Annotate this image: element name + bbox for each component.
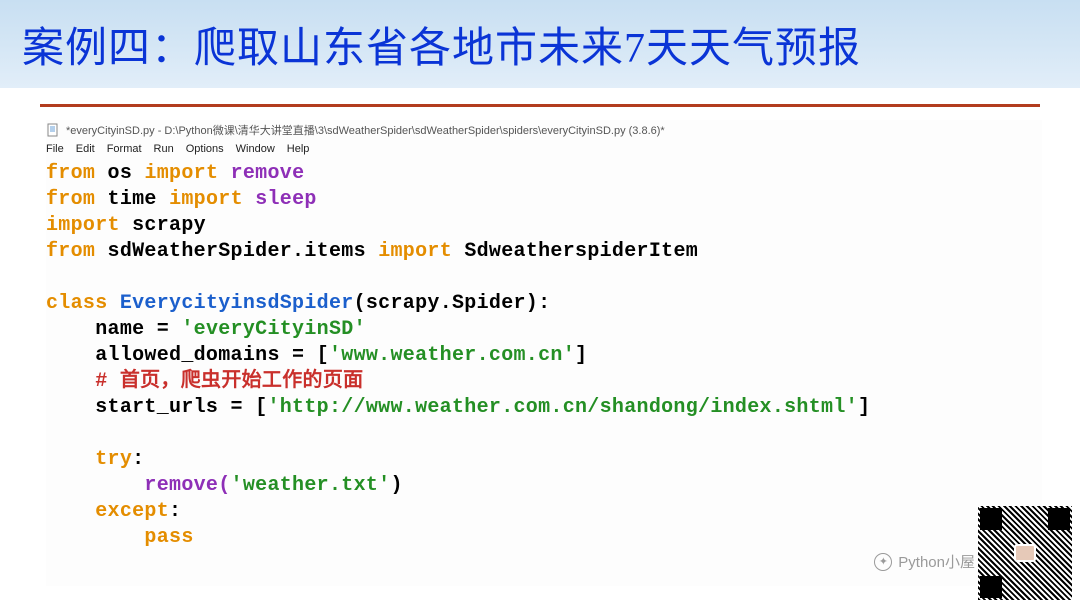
keyword-from: from	[46, 188, 95, 211]
comment: # 首页，爬虫开始工作的页面	[95, 370, 363, 393]
string-literal: 'http://www.weather.com.cn/shandong/inde…	[267, 396, 858, 419]
string-literal: 'everyCityinSD'	[181, 318, 366, 341]
keyword-pass: pass	[144, 526, 193, 549]
string-literal: 'www.weather.com.cn'	[329, 344, 575, 367]
menu-edit[interactable]: Edit	[76, 143, 95, 155]
keyword-import: import	[144, 162, 218, 185]
keyword-from: from	[46, 162, 95, 185]
class-name: EverycityinsdSpider	[120, 292, 354, 315]
module-name: time	[108, 188, 157, 211]
menu-help[interactable]: Help	[287, 143, 310, 155]
keyword-try: try	[95, 448, 132, 471]
colon: :	[169, 500, 181, 523]
window-title-text: *everyCityinSD.py - D:\Python微课\清华大讲堂直播\…	[66, 122, 665, 138]
editor-window: *everyCityinSD.py - D:\Python微课\清华大讲堂直播\…	[46, 120, 1042, 586]
assign: start_urls = [	[95, 396, 267, 419]
menu-bar[interactable]: File Edit Format Run Options Window Help	[46, 140, 1042, 159]
class-args: (scrapy.Spider):	[354, 292, 551, 315]
import-name: remove	[231, 162, 305, 185]
menu-options[interactable]: Options	[186, 143, 224, 155]
keyword-from: from	[46, 240, 95, 263]
separator-line	[40, 104, 1040, 107]
bracket-close: ]	[858, 396, 870, 419]
import-name: SdweatherspiderItem	[464, 240, 698, 263]
paren-close: )	[390, 474, 402, 497]
keyword-import: import	[46, 214, 120, 237]
module-name: sdWeatherSpider.items	[108, 240, 366, 263]
slide-title-bar: 案例四：爬取山东省各地市未来7天天气预报	[0, 0, 1080, 88]
assign: name =	[95, 318, 181, 341]
window-titlebar: *everyCityinSD.py - D:\Python微课\清华大讲堂直播\…	[46, 120, 1042, 140]
menu-format[interactable]: Format	[107, 143, 142, 155]
menu-run[interactable]: Run	[154, 143, 174, 155]
python-file-icon	[46, 123, 60, 137]
qr-center-logo	[1014, 544, 1036, 562]
colon: :	[132, 448, 144, 471]
watermark-text: Python小屋	[898, 551, 975, 572]
string-literal: 'weather.txt'	[231, 474, 391, 497]
import-name: sleep	[255, 188, 317, 211]
slide-title: 案例四：爬取山东省各地市未来7天天气预报	[22, 14, 861, 75]
keyword-import: import	[378, 240, 452, 263]
menu-window[interactable]: Window	[236, 143, 275, 155]
function-call: remove(	[144, 474, 230, 497]
code-editor[interactable]: from os import remove from time import s…	[46, 159, 1042, 551]
wechat-icon: ✦	[874, 553, 892, 571]
menu-file[interactable]: File	[46, 143, 64, 155]
qr-code	[978, 506, 1072, 600]
keyword-class: class	[46, 292, 108, 315]
watermark: ✦ Python小屋	[874, 551, 975, 572]
bracket-close: ]	[575, 344, 587, 367]
module-name: os	[108, 162, 133, 185]
assign: allowed_domains = [	[95, 344, 329, 367]
keyword-import: import	[169, 188, 243, 211]
keyword-except: except	[95, 500, 169, 523]
module-name: scrapy	[132, 214, 206, 237]
